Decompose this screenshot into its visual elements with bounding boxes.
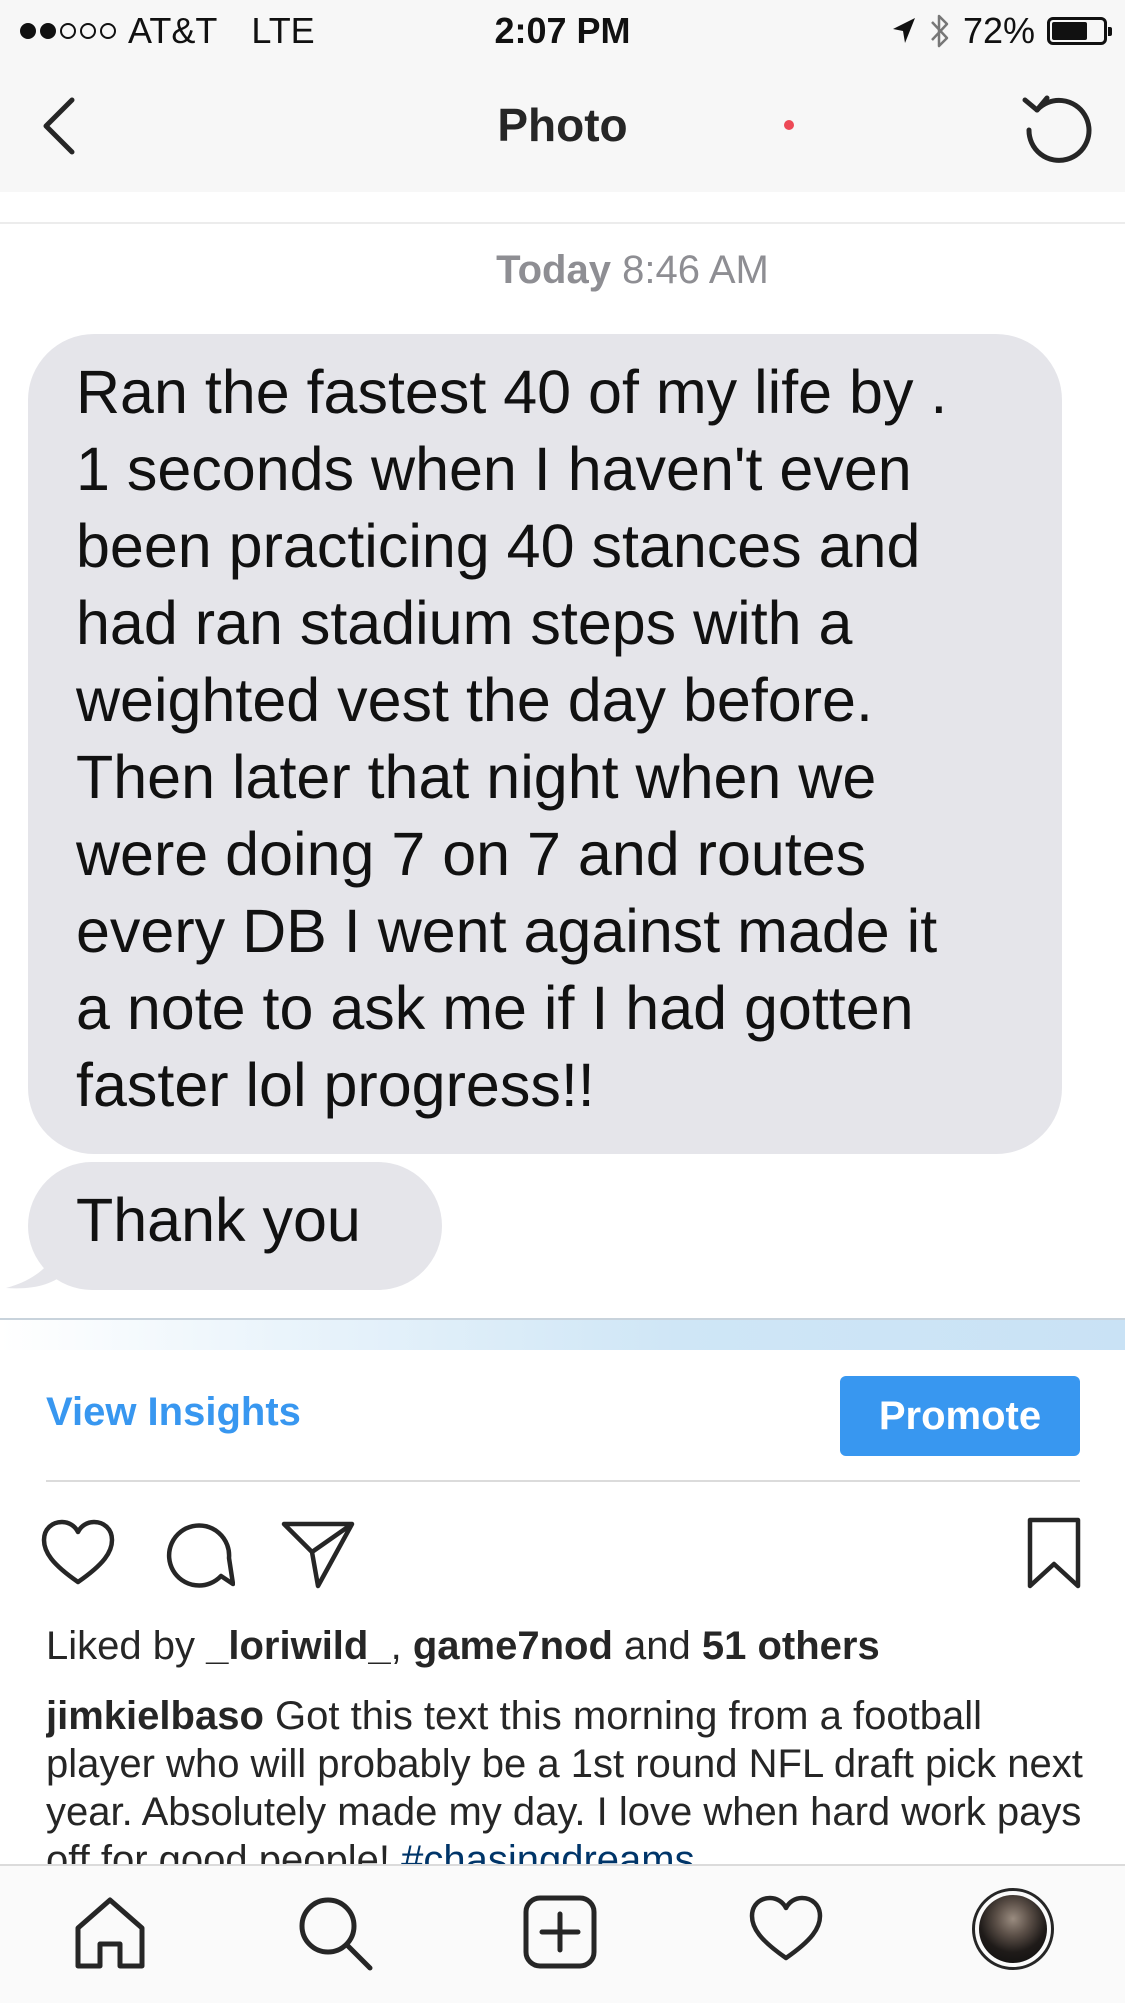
message-line: had ran stadium steps with a: [76, 589, 853, 657]
view-insights-link[interactable]: View Insights: [46, 1390, 301, 1435]
photo-bottom-edge: [0, 1318, 1125, 1350]
photo-divider: [0, 222, 1125, 224]
nav-bar: Photo: [0, 60, 1125, 194]
liker-link[interactable]: game7nod: [413, 1624, 613, 1668]
post-caption: jimkielbaso Got this text this morning f…: [46, 1692, 1086, 1864]
post-photo[interactable]: Today 8:46 AM Ran the fastest 40 of my l…: [0, 192, 1125, 1350]
message-line: Ran the fastest 40 of my life by .: [76, 358, 948, 426]
location-arrow-icon: [892, 18, 915, 43]
page-title: Photo: [497, 99, 628, 151]
avatar: [972, 1888, 1054, 1970]
likes-line: Liked by _loriwild_, game7nod and 51 oth…: [46, 1624, 880, 1669]
bluetooth-icon: [931, 14, 949, 48]
activity-notification-dot: [784, 120, 794, 130]
like-heart-icon[interactable]: [40, 1518, 116, 1588]
refresh-icon[interactable]: [1017, 86, 1097, 166]
message-bubble-2: Thank you: [28, 1162, 442, 1290]
search-icon[interactable]: [296, 1894, 376, 1974]
caption-username[interactable]: jimkielbaso: [46, 1694, 264, 1738]
divider: [46, 1480, 1080, 1482]
add-post-icon[interactable]: [522, 1894, 598, 1970]
message-line: faster lol progress!!: [76, 1051, 595, 1119]
battery-icon: [1047, 17, 1112, 45]
share-direct-icon[interactable]: [280, 1518, 356, 1590]
status-right: 72%: [891, 10, 1112, 52]
message-bubble-1: Ran the fastest 40 of my life by . 1 sec…: [28, 334, 1062, 1154]
message-line: weighted vest the day before.: [76, 666, 873, 734]
message-line: been practicing 40 stances and: [76, 512, 921, 580]
tab-bar: [0, 1864, 1125, 2003]
message-line: a note to ask me if I had gotten: [76, 974, 914, 1042]
home-icon[interactable]: [72, 1894, 148, 1970]
likes-prefix: Liked by: [46, 1624, 207, 1668]
message-timestamp: Today 8:46 AM: [0, 248, 1125, 293]
caption-hashtag[interactable]: #chasingdreams: [401, 1838, 695, 1864]
likes-and: and: [612, 1624, 702, 1668]
timestamp-day: Today: [496, 248, 611, 292]
battery-percent: 72%: [962, 10, 1035, 51]
message-line: Then later that night when we: [76, 743, 877, 811]
avatar-image: [979, 1895, 1047, 1963]
message-line: every DB I went against made it: [76, 897, 938, 965]
likes-separator: ,: [390, 1624, 413, 1668]
promote-button[interactable]: Promote: [840, 1376, 1080, 1456]
message-line: were doing 7 on 7 and routes: [76, 820, 867, 888]
status-bar: AT&T LTE 2:07 PM 72%: [0, 0, 1125, 60]
activity-heart-icon[interactable]: [748, 1894, 824, 1964]
battery-fill: [1052, 22, 1087, 40]
bookmark-icon[interactable]: [1024, 1516, 1084, 1590]
profile-avatar[interactable]: [972, 1888, 1054, 1970]
comment-icon[interactable]: [163, 1518, 235, 1590]
liker-link[interactable]: _loriwild_: [206, 1624, 391, 1668]
message-line: 1 seconds when I haven't even: [76, 435, 912, 503]
timestamp-time: 8:46 AM: [622, 248, 769, 292]
likes-others-link[interactable]: 51 others: [702, 1624, 880, 1668]
